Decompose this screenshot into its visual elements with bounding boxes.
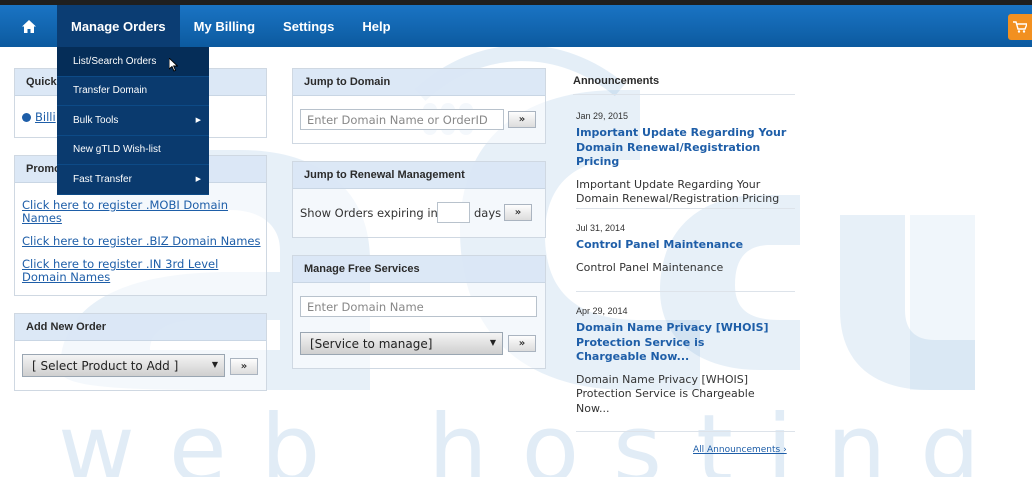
days-label: days: [474, 206, 502, 220]
product-select[interactable]: [ Select Product to Add ] ▼: [22, 354, 225, 377]
menu-item-label: New gTLD Wish-list: [73, 144, 161, 156]
submenu-arrow-icon: ▶: [195, 117, 201, 125]
announcement-item: Apr 29, 2014 Domain Name Privacy [WHOIS]…: [576, 306, 795, 416]
bullet-icon: [22, 113, 31, 122]
expiry-days-input[interactable]: [437, 202, 470, 223]
renewal-label: Show Orders expiring in: [300, 206, 438, 220]
watermark-letter: w: [58, 395, 135, 477]
announcement-item: Jan 29, 2015 Important Update Regarding …: [576, 111, 795, 207]
add-order-panel: Add New Order [ Select Product to Add ] …: [14, 313, 267, 391]
watermark-text: w e b h o s t i n g: [0, 403, 1032, 477]
home-button[interactable]: [0, 5, 57, 47]
jump-domain-panel: Jump to Domain Enter Domain Name or Orde…: [292, 68, 546, 144]
announcement-link[interactable]: Domain Name Privacy [WHOIS] Protection S…: [576, 321, 776, 365]
watermark-letter: e: [168, 395, 227, 477]
panel-title: Jump to Renewal Management: [293, 162, 545, 189]
nav-my-billing[interactable]: My Billing: [180, 5, 269, 47]
nav-help[interactable]: Help: [348, 5, 404, 47]
chevron-down-icon: ▼: [211, 360, 218, 369]
divider: [576, 208, 795, 209]
menu-item-label: Transfer Domain: [73, 85, 148, 97]
menu-item-fast-transfer[interactable]: Fast Transfer ▶: [57, 165, 209, 195]
domain-search-input[interactable]: Enter Domain Name or OrderID: [300, 109, 504, 130]
announcement-date: Jul 31, 2014: [576, 223, 626, 233]
all-announcements-link[interactable]: All Announcements ›: [693, 445, 787, 455]
cart-icon: [1013, 21, 1027, 33]
promo-links: Click here to register .MOBI Domain Name…: [15, 183, 266, 284]
divider: [576, 431, 795, 432]
menu-item-gtld-wishlist[interactable]: New gTLD Wish-list: [57, 136, 209, 165]
announcement-link[interactable]: Control Panel Maintenance: [576, 238, 795, 253]
menu-item-list-search-orders[interactable]: List/Search Orders: [57, 47, 209, 77]
watermark-letter: g: [920, 395, 980, 477]
announcements-title: Announcements: [573, 70, 795, 95]
announcement-body: Domain Name Privacy [WHOIS] Protection S…: [576, 372, 755, 415]
product-select-value: [ Select Product to Add ]: [32, 358, 179, 373]
promo-link-mobi[interactable]: Click here to register .MOBI Domain Name…: [22, 198, 228, 225]
promo-link-in[interactable]: Click here to register .IN 3rd Level Dom…: [22, 257, 218, 284]
watermark-letter: n: [826, 395, 887, 477]
cart-button[interactable]: [1008, 14, 1032, 40]
manage-orders-dropdown: List/Search Orders Transfer Domain Bulk …: [57, 47, 209, 195]
menu-item-label: Bulk Tools: [73, 114, 119, 126]
announcement-item: Jul 31, 2014 Control Panel Maintenance C…: [576, 223, 795, 275]
jump-domain-go-button[interactable]: »: [508, 111, 536, 128]
panel-title: Add New Order: [15, 314, 266, 341]
mouse-cursor-icon: [169, 58, 178, 72]
announcement-link[interactable]: Important Update Regarding Your Domain R…: [576, 126, 795, 170]
quick-link-billing[interactable]: Billi: [35, 110, 56, 124]
panel-title: Manage Free Services: [293, 256, 545, 283]
promo-link-biz[interactable]: Click here to register .BIZ Domain Names: [22, 234, 261, 248]
announcement-body: Control Panel Maintenance: [576, 260, 724, 274]
free-services-panel: Manage Free Services Enter Domain Name […: [292, 255, 546, 369]
panel-title: Jump to Domain: [293, 69, 545, 96]
service-select-value: [Service to manage]: [310, 336, 433, 351]
home-icon: [21, 19, 36, 33]
free-service-domain-input[interactable]: Enter Domain Name: [300, 296, 537, 317]
renewal-go-button[interactable]: »: [504, 204, 532, 221]
nav-manage-orders[interactable]: Manage Orders: [57, 5, 180, 47]
menu-item-transfer-domain[interactable]: Transfer Domain: [57, 77, 209, 106]
add-order-go-button[interactable]: »: [230, 358, 258, 375]
watermark-letter: h: [428, 395, 488, 477]
divider: [576, 291, 795, 292]
announcements-section: Announcements Jan 29, 2015 Important Upd…: [573, 70, 795, 440]
menu-item-label: List/Search Orders: [73, 55, 157, 67]
menu-item-label: Fast Transfer: [73, 173, 132, 185]
announcement-date: Apr 29, 2014: [576, 306, 628, 316]
free-services-go-button[interactable]: »: [508, 335, 536, 352]
menu-item-bulk-tools[interactable]: Bulk Tools ▶: [57, 106, 209, 136]
announcement-body: Important Update Regarding Your Domain R…: [576, 177, 780, 206]
submenu-arrow-icon: ▶: [195, 176, 201, 184]
watermark-letter: o: [521, 395, 580, 477]
main-nav: Manage Orders My Billing Settings Help: [0, 5, 1032, 47]
announcement-date: Jan 29, 2015: [576, 111, 629, 121]
nav-settings[interactable]: Settings: [269, 5, 348, 47]
watermark-letter: b: [260, 395, 321, 477]
service-select[interactable]: [Service to manage] ▼: [300, 332, 503, 355]
chevron-down-icon: ▼: [489, 338, 496, 347]
renewal-panel: Jump to Renewal Management Show Orders e…: [292, 161, 546, 238]
